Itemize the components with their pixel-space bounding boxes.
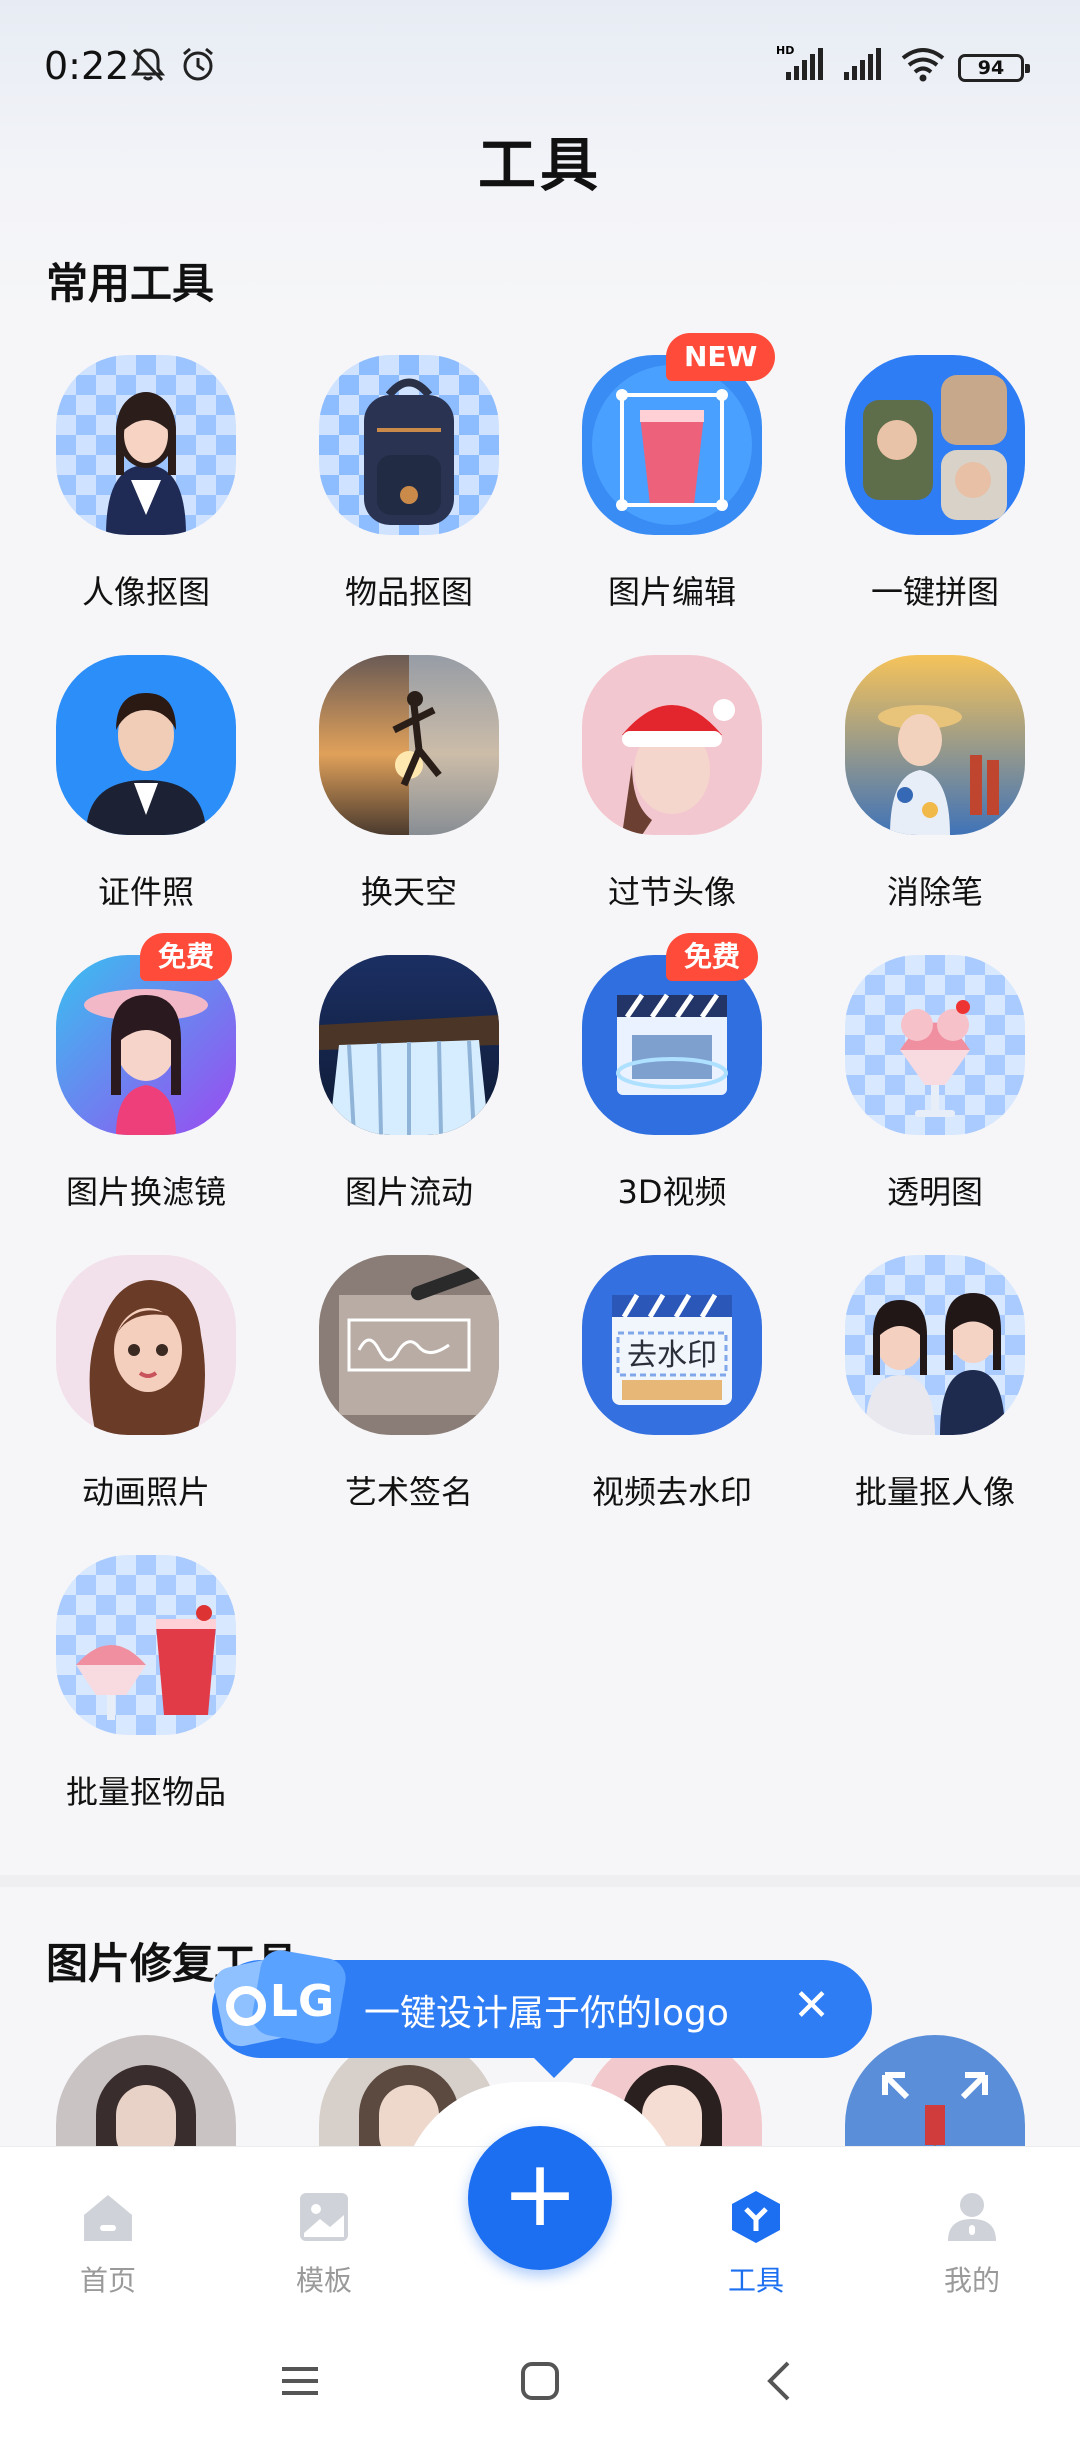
tool-collage[interactable]: 一键拼图 [789, 355, 1052, 655]
muted-bell-icon [130, 48, 166, 82]
tool-label: 证件照 [97, 873, 194, 911]
tool-label: 艺术签名 [344, 1473, 473, 1511]
logo-icon-text: LG [270, 1976, 334, 2027]
batch-portrait-icon [845, 1255, 1025, 1435]
system-nav-bar [0, 2321, 1080, 2460]
transparent-image-icon [845, 955, 1025, 1135]
tool-holiday-avatar[interactable]: 过节头像 [526, 655, 789, 955]
tool-video-watermark-remove[interactable]: 去水印 视频去水印 [526, 1255, 789, 1555]
nav-label: 模板 [295, 2264, 352, 2297]
tool-id-photo[interactable]: 证件照 [0, 655, 263, 955]
tools-icon [732, 2191, 780, 2243]
tool-label: 图片流动 [344, 1173, 473, 1211]
home-square-icon[interactable] [518, 2359, 562, 2403]
backpack-icon [319, 355, 499, 535]
tool-eraser[interactable]: 消除笔 [789, 655, 1052, 955]
wifi-icon [901, 48, 945, 82]
section-title-common: 常用工具 [46, 259, 215, 308]
id-photo-icon [56, 655, 236, 835]
nav-item-profile[interactable]: 我的 [912, 2187, 1032, 2299]
tool-image-flow[interactable]: 图片流动 [263, 955, 526, 1255]
watermark-icon-text: 去水印 [627, 1338, 717, 1373]
tool-label: 批量抠物品 [65, 1773, 226, 1811]
logo-design-icon: LG [213, 1950, 346, 2047]
nav-label: 我的 [943, 2264, 1000, 2297]
nav-item-templates[interactable]: 模板 [264, 2187, 384, 2299]
free-badge: 免费 [140, 933, 233, 981]
eraser-pen-icon [845, 655, 1025, 835]
tool-label: 3D视频 [617, 1173, 727, 1211]
section-divider [0, 1875, 1080, 1887]
menu-icon[interactable] [278, 2359, 322, 2403]
tool-label: 人像抠图 [81, 573, 210, 611]
tool-transparent[interactable]: 透明图 [789, 955, 1052, 1255]
animated-photo-icon [56, 1255, 236, 1435]
tool-label: 换天空 [360, 873, 457, 911]
tool-batch-object[interactable]: 批量抠物品 [0, 1555, 263, 1855]
portrait-cutout-icon [56, 355, 236, 535]
new-badge: NEW [666, 333, 776, 381]
tool-label: 图片编辑 [607, 573, 736, 611]
create-button[interactable]: + [468, 2126, 612, 2270]
nav-item-home[interactable]: 首页 [48, 2187, 168, 2299]
tool-art-signature[interactable]: 艺术签名 [263, 1255, 526, 1555]
nav-label: 工具 [727, 2264, 784, 2297]
signature-icon [319, 1255, 499, 1435]
collage-icon [845, 355, 1025, 535]
tool-portrait-cutout[interactable]: 人像抠图 [0, 355, 263, 655]
3d-video-icon [582, 955, 762, 1135]
close-icon[interactable]: ✕ [793, 1980, 830, 2031]
svg-text:HD: HD [776, 44, 794, 57]
battery-indicator: 94 [958, 54, 1030, 82]
tool-image-edit[interactable]: NEW 图片编辑 [526, 333, 789, 655]
template-icon [300, 2193, 348, 2241]
tool-label: 动画照片 [81, 1473, 210, 1511]
tool-object-cutout[interactable]: 物品抠图 [263, 355, 526, 655]
promo-text: 一键设计属于你的logo [364, 1993, 729, 2034]
back-icon[interactable] [758, 2359, 802, 2403]
nav-item-tools[interactable]: 工具 [696, 2187, 816, 2299]
filter-icon [56, 955, 236, 1135]
logo-promo-banner[interactable]: LG 一键设计属于你的logo ✕ [212, 1950, 872, 2078]
tool-label: 透明图 [886, 1173, 983, 1211]
tool-label: 过节头像 [607, 873, 736, 911]
home-icon [84, 2195, 132, 2241]
image-edit-icon [582, 355, 762, 535]
page-title: 工具 [477, 131, 602, 199]
signal-icon [844, 48, 881, 80]
status-bar: 0:22 HD 94 [0, 0, 1080, 130]
free-badge: 免费 [666, 933, 759, 981]
nav-label: 首页 [79, 2264, 136, 2297]
tool-label: 消除笔 [886, 873, 983, 911]
sky-replace-icon [319, 655, 499, 835]
tool-label: 一键拼图 [870, 573, 999, 611]
batch-object-icon [56, 1555, 236, 1735]
tool-animated-photo[interactable]: 动画照片 [0, 1255, 263, 1555]
watermark-remove-icon: 去水印 [582, 1255, 762, 1435]
tool-sky-replace[interactable]: 换天空 [263, 655, 526, 955]
alarm-icon [183, 47, 213, 81]
profile-icon [948, 2193, 996, 2241]
tool-filter[interactable]: 免费 图片换滤镜 [0, 933, 263, 1255]
tool-label: 批量抠人像 [854, 1473, 1015, 1511]
holiday-avatar-icon [582, 655, 762, 835]
tool-label: 物品抠图 [344, 573, 473, 611]
tool-3d-video[interactable]: 免费 3D视频 [526, 933, 789, 1255]
tool-label: 图片换滤镜 [65, 1173, 226, 1211]
hd-signal-icon: HD [776, 44, 823, 80]
status-time: 0:22 [44, 44, 130, 88]
waterfall-icon [319, 955, 499, 1135]
tool-label: 视频去水印 [591, 1473, 752, 1511]
tool-batch-portrait[interactable]: 批量抠人像 [789, 1255, 1052, 1555]
